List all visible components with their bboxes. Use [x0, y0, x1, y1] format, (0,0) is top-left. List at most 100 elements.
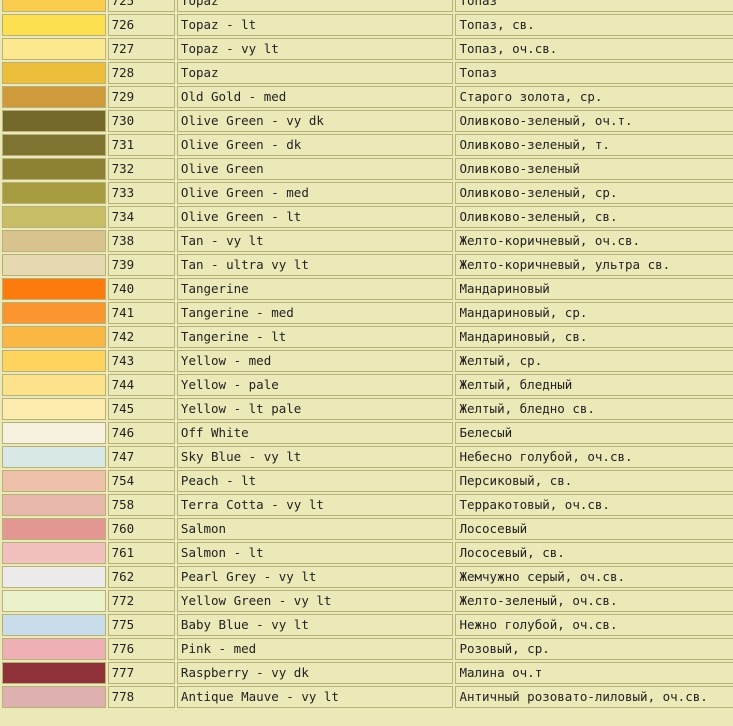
- color-number: 738: [107, 230, 175, 252]
- color-swatch: [3, 135, 105, 155]
- color-name-russian: Белесый: [455, 422, 733, 444]
- color-name-russian: Топаз: [455, 62, 733, 84]
- color-swatch: [3, 519, 105, 539]
- color-name-english: Antique Mauve - vy lt: [176, 686, 454, 708]
- color-number: 731: [107, 134, 175, 156]
- table-row: 742 Tangerine - lt Мандариновый, св.: [2, 326, 733, 348]
- color-swatch: [3, 0, 105, 11]
- color-name-english: Tan - vy lt: [176, 230, 454, 252]
- color-name-russian: Старого золота, ср.: [455, 86, 733, 108]
- color-number: 778: [107, 686, 175, 708]
- color-number: 775: [107, 614, 175, 636]
- color-swatch-cell: [2, 686, 106, 708]
- table-row: 760 Salmon Лососевый: [2, 518, 733, 540]
- color-name-russian: Малина оч.т: [455, 662, 733, 684]
- color-swatch-cell: [2, 614, 106, 636]
- color-number: 746: [107, 422, 175, 444]
- color-name-english: Tangerine: [176, 278, 454, 300]
- table-row: 728 Topaz Топаз: [2, 62, 733, 84]
- color-name-russian: Небесно голубой, оч.св.: [455, 446, 733, 468]
- color-number: 744: [107, 374, 175, 396]
- color-swatch-cell: [2, 542, 106, 564]
- color-swatch-cell: [2, 638, 106, 660]
- table-row: 761 Salmon - lt Лососевый, св.: [2, 542, 733, 564]
- color-number: 741: [107, 302, 175, 324]
- color-swatch-cell: [2, 110, 106, 132]
- color-number: 733: [107, 182, 175, 204]
- color-name-russian: Оливково-зеленый, т.: [455, 134, 733, 156]
- color-name-english: Yellow - med: [176, 350, 454, 372]
- color-name-russian: Топаз, оч.св.: [455, 38, 733, 60]
- table-row: 746 Off White Белесый: [2, 422, 733, 444]
- color-name-english: Tangerine - lt: [176, 326, 454, 348]
- table-row: 776 Pink - med Розовый, ср.: [2, 638, 733, 660]
- color-number: 740: [107, 278, 175, 300]
- table-row: 740 Tangerine Мандариновый: [2, 278, 733, 300]
- color-swatch: [3, 159, 105, 179]
- table-row: 729 Old Gold - med Старого золота, ср.: [2, 86, 733, 108]
- color-swatch: [3, 231, 105, 251]
- color-number: 730: [107, 110, 175, 132]
- color-name-english: Salmon - lt: [176, 542, 454, 564]
- color-swatch: [3, 207, 105, 227]
- color-swatch: [3, 303, 105, 323]
- color-number: 728: [107, 62, 175, 84]
- color-name-english: Olive Green - med: [176, 182, 454, 204]
- color-swatch: [3, 567, 105, 587]
- color-number: 762: [107, 566, 175, 588]
- table-row: 762 Pearl Grey - vy lt Жемчужно серый, оч.…: [2, 566, 733, 588]
- table-row: 744 Yellow - pale Желтый, бледный: [2, 374, 733, 396]
- color-swatch: [3, 423, 105, 443]
- color-name-russian: Розовый, ср.: [455, 638, 733, 660]
- color-number: 742: [107, 326, 175, 348]
- color-name-russian: Желтый, бледный: [455, 374, 733, 396]
- color-swatch-cell: [2, 182, 106, 204]
- color-name-english: Old Gold - med: [176, 86, 454, 108]
- color-name-english: Pink - med: [176, 638, 454, 660]
- color-name-english: Topaz: [176, 62, 454, 84]
- color-number: 760: [107, 518, 175, 540]
- color-swatch-cell: [2, 0, 106, 12]
- color-name-russian: Желто-зеленый, оч.св.: [455, 590, 733, 612]
- table-row: 731 Olive Green - dk Оливково-зеленый, т.: [2, 134, 733, 156]
- color-number: 743: [107, 350, 175, 372]
- color-swatch-cell: [2, 302, 106, 324]
- color-number: 747: [107, 446, 175, 468]
- color-name-english: Pearl Grey - vy lt: [176, 566, 454, 588]
- color-swatch-cell: [2, 14, 106, 36]
- color-swatch: [3, 15, 105, 35]
- color-name-russian: Желто-коричневый, оч.св.: [455, 230, 733, 252]
- color-number: 729: [107, 86, 175, 108]
- color-name-english: Tan - ultra vy lt: [176, 254, 454, 276]
- color-swatch-cell: [2, 326, 106, 348]
- color-swatch: [3, 639, 105, 659]
- color-name-russian: Персиковый, св.: [455, 470, 733, 492]
- color-name-russian: Топаз: [455, 0, 733, 12]
- color-name-russian: Желто-коричневый, ультра св.: [455, 254, 733, 276]
- color-name-english: Yellow - pale: [176, 374, 454, 396]
- color-name-english: Off White: [176, 422, 454, 444]
- color-name-russian: Топаз, св.: [455, 14, 733, 36]
- color-swatch-cell: [2, 158, 106, 180]
- color-swatch-cell: [2, 350, 106, 372]
- color-swatch-cell: [2, 62, 106, 84]
- color-name-russian: Оливково-зеленый, св.: [455, 206, 733, 228]
- table-row: 738 Tan - vy lt Желто-коричневый, оч.св.: [2, 230, 733, 252]
- color-swatch: [3, 183, 105, 203]
- table-row: 726 Topaz - lt Топаз, св.: [2, 14, 733, 36]
- color-swatch: [3, 495, 105, 515]
- color-swatch-cell: [2, 566, 106, 588]
- color-name-english: Olive Green - lt: [176, 206, 454, 228]
- color-swatch-cell: [2, 494, 106, 516]
- color-swatch-cell: [2, 278, 106, 300]
- color-name-english: Olive Green - vy dk: [176, 110, 454, 132]
- color-name-english: Sky Blue - vy lt: [176, 446, 454, 468]
- table-row: 754 Peach - lt Персиковый, св.: [2, 470, 733, 492]
- color-swatch-cell: [2, 254, 106, 276]
- table-row: 725 Topaz Топаз: [2, 0, 733, 12]
- color-swatch: [3, 351, 105, 371]
- color-name-russian: Оливково-зеленый, ср.: [455, 182, 733, 204]
- color-number: 754: [107, 470, 175, 492]
- color-number: 758: [107, 494, 175, 516]
- table-row: 772 Yellow Green - vy lt Желто-зеленый, оч…: [2, 590, 733, 612]
